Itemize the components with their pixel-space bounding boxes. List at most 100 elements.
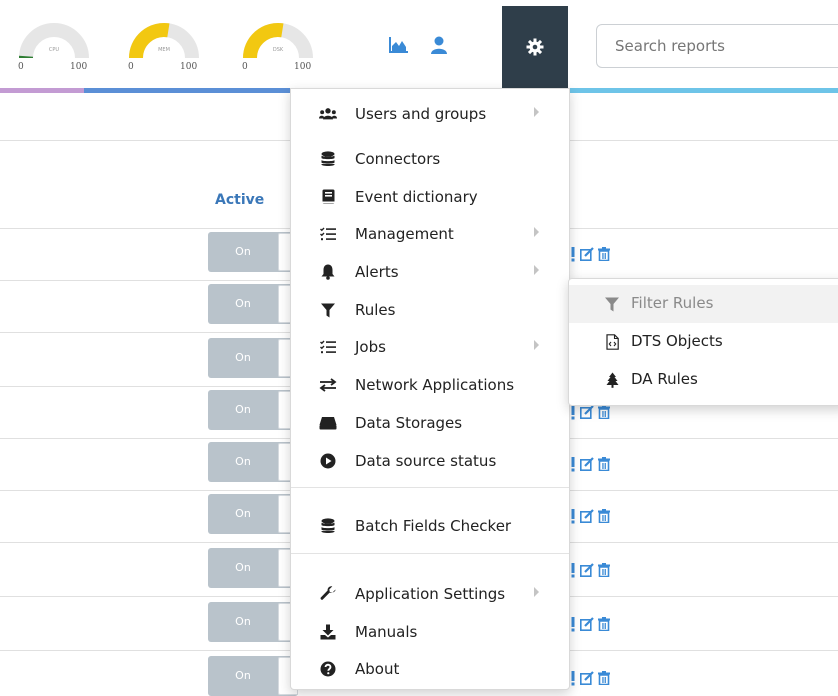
menu-item-label: Manuals: [355, 623, 418, 641]
menu-item-label: Management: [355, 225, 454, 243]
menu-item-label: Batch Fields Checker: [355, 517, 512, 535]
active-toggle[interactable]: On: [208, 338, 298, 378]
active-toggle[interactable]: On: [208, 656, 298, 696]
edit-icon[interactable]: [580, 405, 594, 419]
download-icon: [319, 623, 337, 641]
search-input[interactable]: Search reports: [596, 24, 838, 68]
gear-icon: [526, 38, 544, 56]
gauge-max: 100: [294, 62, 312, 72]
submenu-item-filter-rules[interactable]: Filter Rules: [569, 285, 838, 323]
delete-icon[interactable]: [598, 617, 610, 631]
menu-item-label: Event dictionary: [355, 188, 478, 206]
menu-item-users-and-groups[interactable]: Users and groups: [291, 95, 569, 133]
toggle-label: On: [235, 669, 251, 682]
toggle-label: On: [235, 561, 251, 574]
row-actions: [570, 456, 620, 474]
status-bar-segment: [84, 88, 290, 93]
toggle-label: On: [235, 351, 251, 364]
menu-item-jobs[interactable]: Jobs: [291, 328, 569, 366]
active-toggle[interactable]: On: [208, 442, 298, 482]
submenu-item-da-rules[interactable]: DA Rules: [569, 361, 838, 399]
row-actions: [570, 246, 620, 264]
delete-icon[interactable]: [598, 563, 610, 577]
alert-icon[interactable]: [570, 404, 576, 420]
menu-item-connectors[interactable]: Connectors: [291, 140, 569, 178]
cpu-gauge: CPU 0 100: [14, 12, 94, 72]
memory-gauge: MEM 0 100: [124, 12, 204, 72]
edit-icon[interactable]: [580, 509, 594, 523]
menu-item-label: Data Storages: [355, 414, 463, 432]
menu-item-label: Connectors: [355, 150, 441, 168]
settings-button[interactable]: [502, 6, 568, 88]
edit-icon[interactable]: [580, 457, 594, 471]
menu-item-manuals[interactable]: Manuals: [291, 613, 569, 651]
disk-gauge: DSK 0 100: [238, 12, 318, 72]
toggle-label: On: [235, 507, 251, 520]
menu-item-label: Application Settings: [355, 585, 506, 603]
top-bar: CPU 0 100 MEM 0 100 DSK 0 100 Search rep…: [0, 0, 838, 88]
menu-item-batch-fields-checker[interactable]: Batch Fields Checker: [291, 507, 569, 545]
toggle-label: On: [235, 455, 251, 468]
bell-icon: [319, 263, 337, 281]
active-toggle[interactable]: On: [208, 602, 298, 642]
delete-icon[interactable]: [598, 247, 610, 261]
tasks-icon: [319, 338, 337, 356]
chevron-right-icon: [534, 227, 539, 237]
chevron-right-icon: [534, 340, 539, 350]
delete-icon[interactable]: [598, 405, 610, 419]
edit-icon[interactable]: [580, 247, 594, 261]
alert-icon[interactable]: [570, 456, 576, 472]
submenu-item-dts-objects[interactable]: DTS Objects: [569, 323, 838, 361]
search-placeholder: Search reports: [615, 37, 725, 55]
menu-item-data-storages[interactable]: Data Storages: [291, 404, 569, 442]
row-actions: [570, 404, 620, 422]
menu-item-alerts[interactable]: Alerts: [291, 253, 569, 291]
menu-item-application-settings[interactable]: Application Settings: [291, 575, 569, 613]
active-toggle[interactable]: On: [208, 284, 298, 324]
gauge-max: 100: [180, 62, 198, 72]
menu-item-management[interactable]: Management: [291, 215, 569, 253]
gauge-name: DSK: [272, 47, 284, 53]
active-toggle[interactable]: On: [208, 232, 298, 272]
alert-icon[interactable]: [570, 670, 576, 686]
gauge-name: CPU: [48, 47, 60, 53]
delete-icon[interactable]: [598, 457, 610, 471]
row-actions: [570, 616, 620, 634]
alert-icon[interactable]: [570, 246, 576, 262]
menu-item-data-source-status[interactable]: Data source status: [291, 442, 569, 480]
gauge-min: 0: [128, 62, 134, 72]
active-toggle[interactable]: On: [208, 494, 298, 534]
toggle-label: On: [235, 245, 251, 258]
gauge-max: 100: [70, 62, 88, 72]
delete-icon[interactable]: [598, 509, 610, 523]
menu-item-rules[interactable]: Rules: [291, 291, 569, 329]
alert-icon[interactable]: [570, 562, 576, 578]
menu-item-event-dictionary[interactable]: Event dictionary: [291, 178, 569, 216]
delete-icon[interactable]: [598, 671, 610, 685]
database-icon: [319, 517, 337, 535]
edit-icon[interactable]: [580, 617, 594, 631]
menu-item-network-applications[interactable]: Network Applications: [291, 366, 569, 404]
user-button[interactable]: [424, 30, 454, 60]
users-icon: [319, 105, 337, 123]
database-icon: [319, 150, 337, 168]
submenu-item-label: DA Rules: [631, 370, 698, 388]
menu-item-label: Alerts: [355, 263, 399, 281]
toggle-label: On: [235, 297, 251, 310]
active-toggle[interactable]: On: [208, 548, 298, 588]
settings-dropdown-menu: Users and groups Connectors Event dictiona…: [290, 88, 570, 690]
alert-icon[interactable]: [570, 508, 576, 524]
menu-item-about[interactable]: About: [291, 650, 569, 688]
edit-icon[interactable]: [580, 563, 594, 577]
menu-item-label: Users and groups: [355, 105, 487, 123]
reports-button[interactable]: [384, 30, 414, 60]
edit-icon[interactable]: [580, 671, 594, 685]
active-toggle[interactable]: On: [208, 390, 298, 430]
row-actions: [570, 562, 620, 580]
filter-icon: [319, 301, 337, 319]
alert-icon[interactable]: [570, 616, 576, 632]
question-circle-icon: [319, 660, 337, 678]
book-icon: [319, 188, 337, 206]
play-circle-icon: [319, 452, 337, 470]
tasks-icon: [319, 225, 337, 243]
